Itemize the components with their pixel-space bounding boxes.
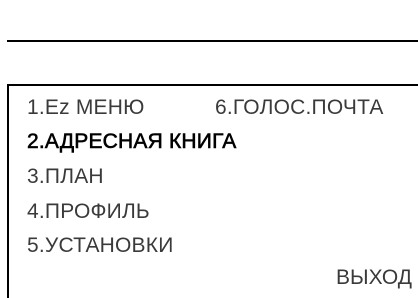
menu-item-address-book[interactable]: 2.АДРЕСНАЯ КНИГА [27, 130, 237, 154]
frame-left-border [7, 84, 9, 298]
divider-line [7, 84, 418, 86]
menu-item-voice-mail[interactable]: 6.ГОЛОС.ПОЧТА [215, 96, 384, 120]
status-bar [0, 0, 418, 40]
menu-item-schedule[interactable]: 3.ПЛАН [27, 165, 104, 189]
exit-softkey[interactable]: ВЫХОД [336, 266, 412, 290]
menu-item-settings[interactable]: 5.УСТАНОВКИ [27, 234, 174, 258]
menu-item-ez-menu[interactable]: 1.Ez МЕНЮ [27, 96, 145, 120]
menu-title-bar [7, 42, 418, 84]
menu-item-profile[interactable]: 4.ПРОФИЛЬ [27, 200, 150, 224]
phone-lcd-screen: 1.Ez МЕНЮ 6.ГОЛОС.ПОЧТА 2.АДРЕСНАЯ КНИГА… [0, 0, 418, 298]
